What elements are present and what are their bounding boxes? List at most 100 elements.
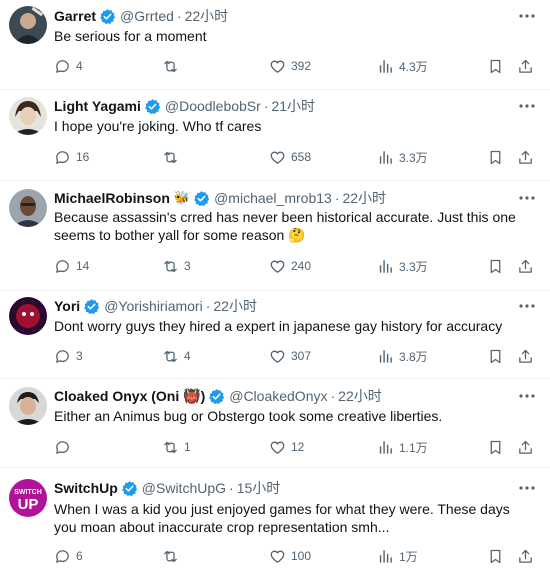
views-button[interactable]: 3.8万 xyxy=(377,346,428,366)
retweet-button[interactable]: 3 xyxy=(162,256,191,276)
timestamp[interactable]: 22小时 xyxy=(213,296,257,316)
avatar[interactable] xyxy=(9,387,47,425)
display-name[interactable]: Cloaked Onyx (Oni 👹) xyxy=(54,388,205,405)
more-options-icon[interactable] xyxy=(517,188,537,208)
separator-dot: · xyxy=(176,8,182,24)
bookmark-icon xyxy=(490,440,501,454)
display-name[interactable]: MichaelRobinson xyxy=(54,190,170,206)
reply-button[interactable]: 14 xyxy=(54,256,89,276)
timestamp[interactable]: 15小时 xyxy=(237,478,281,498)
bookmark-button[interactable] xyxy=(487,56,504,76)
more-options-icon[interactable] xyxy=(517,96,537,116)
verified-badge-icon xyxy=(121,480,137,496)
share-icon xyxy=(519,549,532,563)
avatar[interactable] xyxy=(9,6,47,44)
tweet[interactable]: SWITCH UP SwitchUp @SwitchUpG · 15小时 When… xyxy=(0,468,550,579)
like-button[interactable]: 307 xyxy=(269,346,311,366)
share-button[interactable] xyxy=(517,256,534,276)
like-count: 392 xyxy=(291,59,312,73)
like-button[interactable]: 240 xyxy=(269,256,311,276)
retweet-icon xyxy=(164,60,177,72)
timestamp[interactable]: 22小时 xyxy=(185,6,229,26)
more-options-icon[interactable] xyxy=(517,478,537,498)
display-name[interactable]: Light Yagami xyxy=(54,98,141,114)
reply-button[interactable]: 4 xyxy=(54,56,83,76)
tweet-header: Yori @Yorishiriamori · 22小时 xyxy=(54,296,257,316)
views-button[interactable]: 4.3万 xyxy=(377,56,428,76)
handle[interactable]: @Yorishiriamori xyxy=(104,298,203,314)
views-chart-icon xyxy=(379,440,392,454)
more-options-icon[interactable] xyxy=(517,6,537,26)
like-button[interactable]: 392 xyxy=(269,56,311,76)
handle[interactable]: @michael_mrob13 xyxy=(214,190,332,206)
retweet-button[interactable] xyxy=(162,546,184,566)
bookmark-button[interactable] xyxy=(487,147,504,167)
handle[interactable]: @CloakedOnyx xyxy=(229,388,327,404)
retweet-count: 3 xyxy=(184,259,191,273)
action-bar: 3 4 307 3.8万 xyxy=(54,346,538,366)
handle[interactable]: @SwitchUpG xyxy=(142,480,226,496)
reply-count: 14 xyxy=(76,259,90,273)
share-button[interactable] xyxy=(517,437,534,457)
retweet-button[interactable] xyxy=(162,147,184,167)
retweet-button[interactable]: 1 xyxy=(162,437,191,457)
bookmark-icon xyxy=(490,59,501,73)
reply-count: 6 xyxy=(76,549,83,563)
views-button[interactable]: 3.3万 xyxy=(377,256,428,276)
reply-icon xyxy=(56,349,69,363)
timestamp[interactable]: 22小时 xyxy=(342,188,386,208)
views-button[interactable]: 3.3万 xyxy=(377,147,428,167)
tweet-text: Because assassin's crred has never been … xyxy=(54,209,516,243)
heart-icon xyxy=(270,350,285,363)
share-button[interactable] xyxy=(517,546,534,566)
tweet[interactable]: MichaelRobinson 🐝 @michael_mrob13 · 22小时… xyxy=(0,181,550,291)
tweet[interactable]: Cloaked Onyx (Oni 👹) @CloakedOnyx · 22小时… xyxy=(0,379,550,468)
retweet-button[interactable] xyxy=(162,56,184,76)
avatar[interactable] xyxy=(9,297,47,335)
like-button[interactable]: 12 xyxy=(269,437,304,457)
bookmark-icon xyxy=(490,259,501,273)
more-options-icon[interactable] xyxy=(517,386,537,406)
display-name[interactable]: Yori xyxy=(54,298,80,314)
tweet[interactable]: Garret @Grrted · 22小时 Be serious for a m… xyxy=(0,0,550,90)
tweet[interactable]: Yori @Yorishiriamori · 22小时 Dont worry g… xyxy=(0,291,550,379)
tweet-header: Garret @Grrted · 22小时 xyxy=(54,6,228,26)
avatar[interactable] xyxy=(9,189,47,227)
verified-badge-icon xyxy=(194,190,210,206)
display-name[interactable]: SwitchUp xyxy=(54,480,118,496)
reply-button[interactable]: 16 xyxy=(54,147,89,167)
views-button[interactable]: 1万 xyxy=(377,546,418,566)
share-icon xyxy=(519,440,532,454)
timestamp[interactable]: 22小时 xyxy=(338,386,382,406)
avatar[interactable]: SWITCH UP xyxy=(9,479,47,517)
share-button[interactable] xyxy=(517,346,534,366)
more-options-icon[interactable] xyxy=(517,296,537,316)
reply-button[interactable] xyxy=(54,437,76,457)
retweet-button[interactable]: 4 xyxy=(162,346,191,366)
view-count: 3.3万 xyxy=(399,150,428,165)
views-chart-icon xyxy=(379,150,392,164)
tweet[interactable]: Light Yagami @DoodlebobSr · 21小时 I hope … xyxy=(0,90,550,181)
retweet-icon xyxy=(164,550,177,562)
bookmark-button[interactable] xyxy=(487,546,504,566)
reply-button[interactable]: 3 xyxy=(54,346,83,366)
handle[interactable]: @DoodlebobSr xyxy=(165,98,261,114)
timestamp[interactable]: 21小时 xyxy=(271,96,315,116)
like-button[interactable]: 100 xyxy=(269,546,311,566)
reply-button[interactable]: 6 xyxy=(54,546,83,566)
share-icon xyxy=(519,59,532,73)
like-button[interactable]: 658 xyxy=(269,147,311,167)
handle[interactable]: @Grrted xyxy=(120,8,174,24)
bookmark-button[interactable] xyxy=(487,437,504,457)
share-button[interactable] xyxy=(517,147,534,167)
bookmark-button[interactable] xyxy=(487,346,504,366)
bookmark-button[interactable] xyxy=(487,256,504,276)
views-button[interactable]: 1.1万 xyxy=(377,437,428,457)
share-icon xyxy=(519,259,532,273)
display-name[interactable]: Garret xyxy=(54,8,96,24)
bee-emoji: 🐝 xyxy=(173,190,191,205)
action-bar: 4 392 4.3万 xyxy=(54,56,538,76)
tweet-text: I hope you're joking. Who tf cares xyxy=(54,118,262,134)
avatar[interactable] xyxy=(9,97,47,135)
share-button[interactable] xyxy=(517,56,534,76)
